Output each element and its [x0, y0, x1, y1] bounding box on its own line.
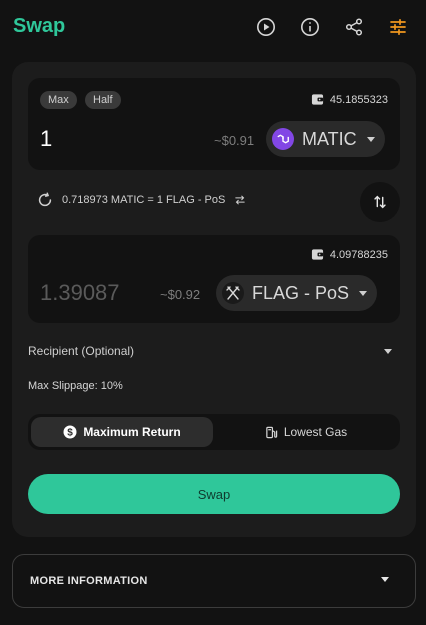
dollar-icon: $ [63, 425, 77, 439]
lowest-gas-option[interactable]: Lowest Gas [215, 417, 397, 447]
recipient-label: Recipient (Optional) [28, 344, 135, 358]
to-token-selector[interactable]: FLAG - PoS [216, 275, 378, 311]
sliders-icon[interactable] [387, 16, 409, 38]
from-balance-value: 45.1855323 [329, 93, 388, 106]
to-balance-value: 4.09788235 [329, 248, 388, 261]
to-usd-value: ~$0.92 [160, 287, 201, 302]
recipient-toggle[interactable]: Recipient (Optional) [28, 344, 400, 360]
more-information-toggle[interactable]: MORE INFORMATION [12, 554, 416, 608]
exchange-rate: 0.718973 MATIC = 1 FLAG - PoS [36, 191, 247, 209]
from-usd-value: ~$0.91 [214, 133, 255, 148]
maximum-return-option[interactable]: $ Maximum Return [31, 417, 213, 447]
invert-rate-icon[interactable] [233, 193, 247, 207]
from-token-selector[interactable]: MATIC [266, 121, 385, 157]
swap-button[interactable]: Swap [28, 474, 400, 514]
from-amount-input[interactable] [40, 126, 150, 152]
play-circle-icon[interactable] [255, 16, 277, 38]
chevron-down-icon [359, 290, 368, 296]
svg-text:$: $ [68, 428, 74, 439]
swap-direction-button[interactable] [360, 182, 400, 222]
swap-arrows-icon [374, 195, 386, 209]
refresh-icon[interactable] [36, 191, 54, 209]
chevron-down-icon [366, 136, 375, 142]
maximum-return-label: Maximum Return [83, 425, 181, 439]
page-title: Swap [13, 15, 66, 37]
wallet-icon [311, 249, 323, 260]
from-token-name: MATIC [302, 128, 357, 149]
route-toggle: $ Maximum Return Lowest Gas [28, 414, 400, 450]
max-button[interactable]: Max [40, 91, 77, 109]
lowest-gas-label: Lowest Gas [283, 425, 348, 439]
share-icon[interactable] [343, 16, 365, 38]
matic-token-icon [272, 128, 294, 150]
info-icon[interactable] [299, 16, 321, 38]
to-token-name: FLAG - PoS [252, 282, 350, 303]
flag-token-icon [222, 282, 244, 304]
wallet-icon [311, 94, 323, 105]
gas-pump-icon [266, 426, 278, 438]
more-information-label: MORE INFORMATION [30, 575, 148, 587]
to-balance: 4.09788235 [311, 248, 388, 261]
chevron-down-icon [381, 577, 389, 582]
half-button[interactable]: Half [85, 91, 121, 109]
exchange-rate-text: 0.718973 MATIC = 1 FLAG - PoS [62, 194, 226, 206]
chevron-down-icon [384, 349, 392, 354]
max-slippage: Max Slippage: 10% [28, 380, 123, 392]
header: Swap [0, 0, 426, 56]
to-amount-input[interactable] [40, 280, 150, 306]
from-balance: 45.1855323 [311, 93, 388, 106]
